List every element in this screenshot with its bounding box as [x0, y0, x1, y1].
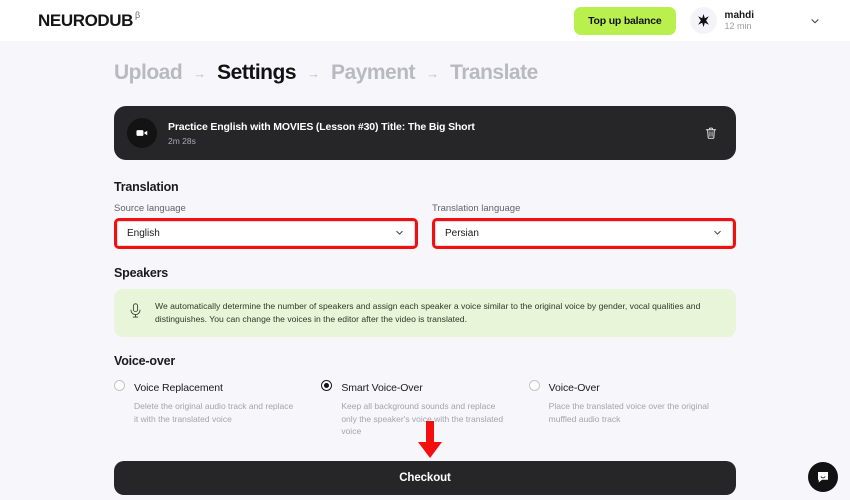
video-thumbnail	[127, 118, 157, 148]
chat-bubble-icon	[818, 472, 828, 483]
user-menu[interactable]: mahdi 12 min	[689, 7, 754, 34]
chevron-down-icon	[712, 225, 723, 243]
video-camera-icon	[136, 130, 148, 136]
voiceover-section-title: Voice-over	[114, 354, 175, 369]
step-upload[interactable]: Upload	[114, 61, 183, 85]
language-row: Source language English Translation lang…	[114, 203, 736, 249]
video-duration: 2m 28s	[168, 135, 196, 146]
chat-widget-button[interactable]	[808, 462, 838, 492]
delete-video-button[interactable]	[700, 122, 722, 144]
step-arrow: →	[193, 65, 207, 81]
voiceover-option-voice-replacement[interactable]: Voice Replacement Delete the original au…	[114, 378, 321, 438]
translation-language-group: Translation language Persian	[432, 203, 736, 249]
source-language-label: Source language	[114, 203, 186, 214]
translation-language-value: Persian	[445, 228, 479, 239]
breadcrumb: Upload → Settings → Payment → Translate	[0, 41, 850, 85]
voiceover-option-body: Voice Replacement Delete the original au…	[134, 378, 299, 438]
step-arrow: →	[426, 65, 440, 81]
source-language-group: Source language English	[114, 203, 418, 249]
translation-language-highlight: Persian	[432, 218, 736, 249]
radio-voice-replacement[interactable]	[114, 380, 125, 392]
settings-content: Practice English with MOVIES (Lesson #30…	[0, 106, 850, 438]
speakers-notice-text: We automatically determine the number of…	[155, 301, 701, 325]
top-bar-right: Top up balance mahdi 12 min	[574, 6, 828, 35]
voiceover-option-description: Place the translated voice over the orig…	[548, 401, 709, 424]
translation-language-select[interactable]: Persian	[435, 221, 733, 246]
voiceover-option-smart-voice-over[interactable]: Smart Voice-Over Keep all background sou…	[321, 378, 528, 438]
video-title: Practice English with MOVIES (Lesson #30…	[168, 120, 475, 133]
translation-section-title: Translation	[114, 180, 179, 194]
avatar	[689, 7, 717, 34]
translation-language-label: Translation language	[432, 203, 521, 214]
step-payment[interactable]: Payment	[331, 61, 416, 85]
voiceover-option-description: Delete the original audio track and repl…	[134, 401, 294, 424]
checkout-container: Checkout	[114, 461, 736, 495]
speakers-notice: We automatically determine the number of…	[114, 289, 736, 338]
logo-text: NEURODUB	[38, 11, 134, 30]
user-name: mahdi	[724, 9, 754, 21]
trash-icon	[705, 127, 717, 139]
radio-voice-over[interactable]	[528, 380, 540, 392]
voiceover-option-body: Smart Voice-Over Keep all background sou…	[341, 378, 506, 438]
voiceover-option-label: Voice Replacement	[134, 382, 223, 395]
step-arrow: →	[307, 65, 321, 81]
voiceover-option-description: Keep all background sounds and replace o…	[341, 401, 504, 437]
radio-smart-voice-over[interactable]	[321, 380, 333, 392]
page-body: Upload → Settings → Payment → Translate …	[0, 41, 850, 500]
video-card: Practice English with MOVIES (Lesson #30…	[114, 106, 736, 160]
top-up-balance-button[interactable]: Top up balance	[574, 6, 676, 35]
user-balance-minutes: 12 min	[724, 21, 752, 32]
source-language-select[interactable]: English	[117, 221, 415, 246]
logo-beta-sup: β	[135, 10, 140, 20]
voiceover-options: Voice Replacement Delete the original au…	[114, 378, 736, 438]
speakers-section-title: Speakers	[114, 266, 168, 280]
source-language-value: English	[127, 228, 160, 239]
step-settings[interactable]: Settings	[217, 61, 296, 85]
voiceover-option-label: Voice-Over	[548, 382, 600, 395]
source-language-highlight: English	[114, 218, 418, 249]
account-dropdown-button[interactable]	[802, 8, 828, 34]
star-burst-icon	[697, 13, 709, 28]
voiceover-option-label: Smart Voice-Over	[341, 382, 423, 395]
top-bar: NEURODUB β Top up balance mahdi 12 min	[0, 0, 850, 41]
chevron-down-icon	[811, 18, 819, 23]
user-info: mahdi 12 min	[725, 10, 754, 32]
app-logo[interactable]: NEURODUB β	[38, 10, 140, 30]
voiceover-option-body: Voice-Over Place the translated voice ov…	[549, 378, 714, 438]
chevron-down-icon	[394, 225, 405, 243]
microphone-icon	[127, 302, 144, 324]
checkout-button[interactable]: Checkout	[114, 461, 736, 495]
video-meta: Practice English with MOVIES (Lesson #30…	[168, 121, 475, 146]
step-translate[interactable]: Translate	[450, 61, 538, 85]
voiceover-option-voice-over[interactable]: Voice-Over Place the translated voice ov…	[528, 378, 736, 438]
